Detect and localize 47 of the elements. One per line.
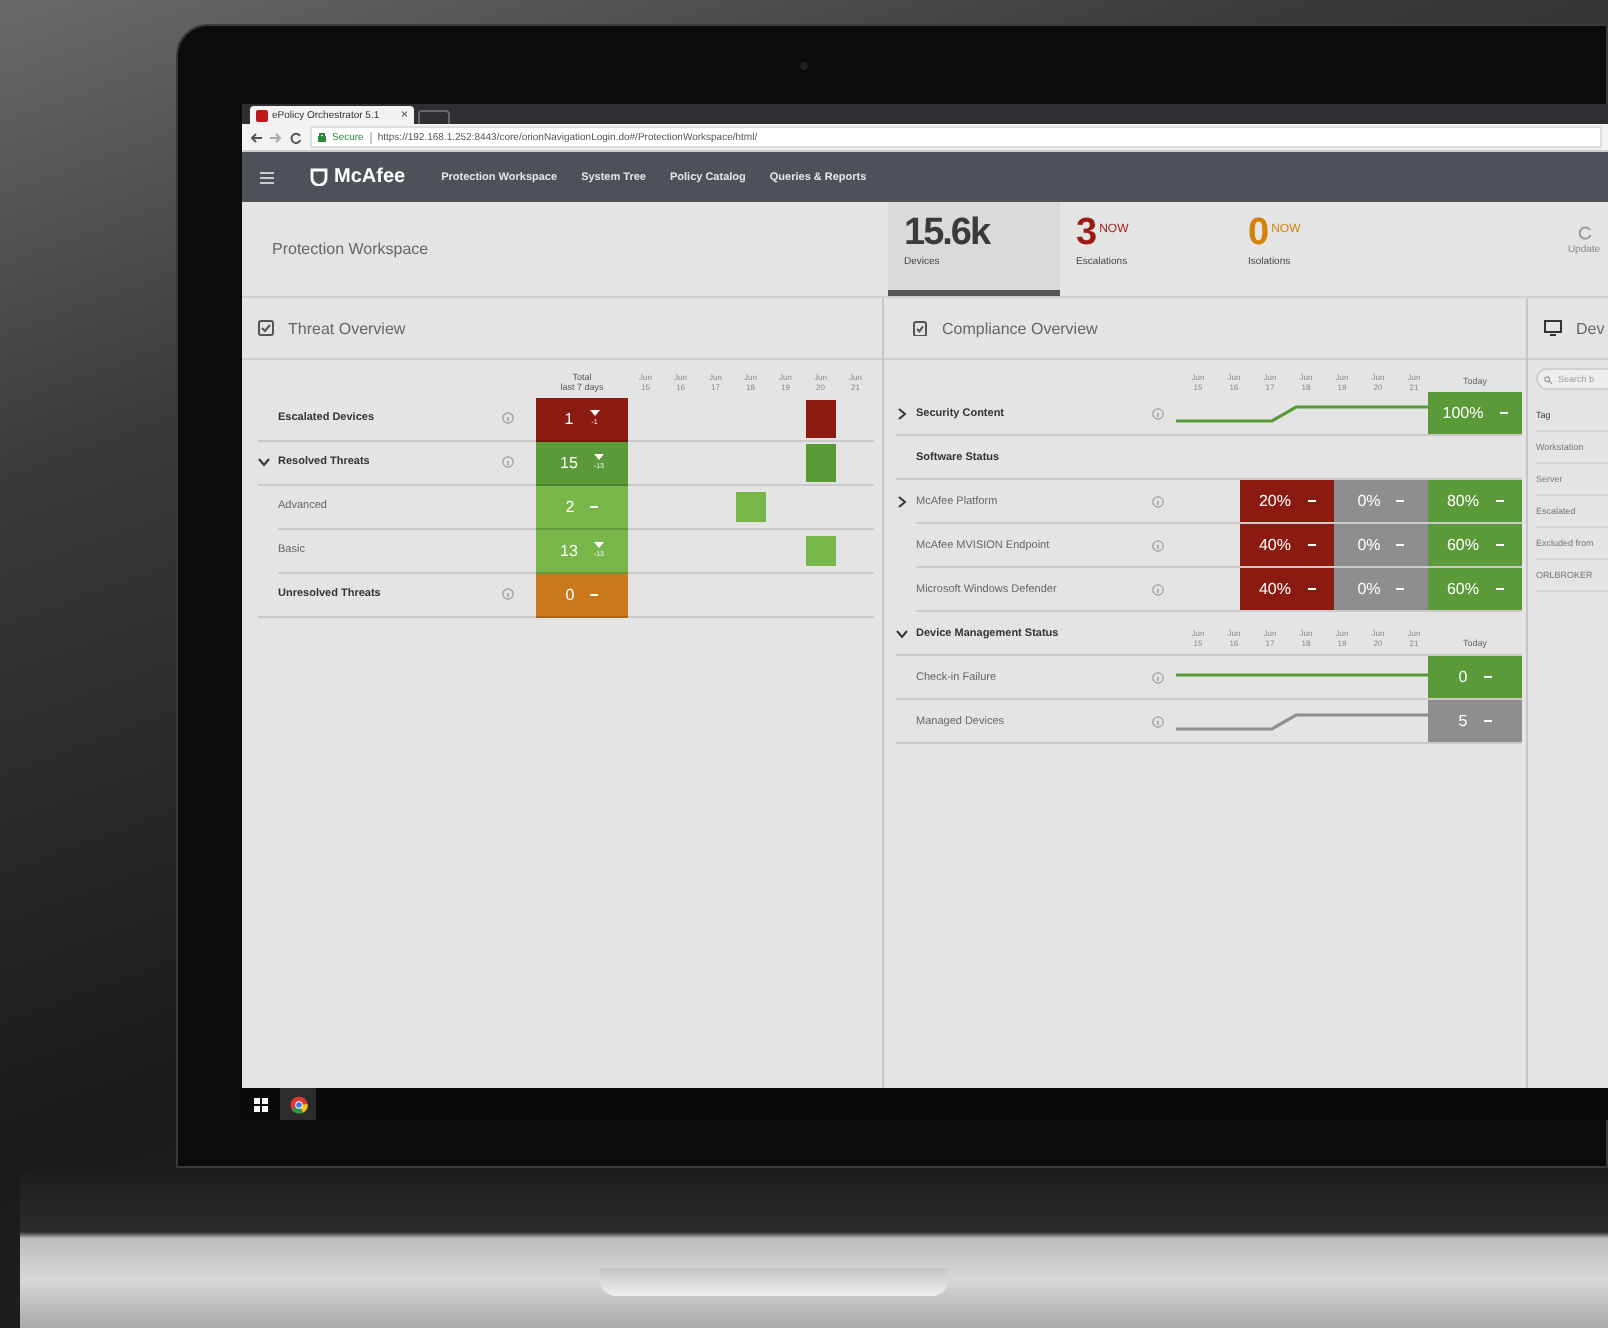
info-icon[interactable] [1152, 671, 1164, 684]
lock-icon [318, 132, 326, 142]
total-cell: 0 [536, 573, 628, 618]
value-cell: 60% [1428, 568, 1522, 613]
value-cell: 100% [1428, 392, 1522, 437]
page-title: Protection Workspace [270, 238, 431, 262]
info-icon[interactable] [1152, 539, 1164, 552]
stat-value: 0 [1248, 214, 1268, 252]
info-icon[interactable] [502, 588, 514, 601]
value-cell: 0% [1334, 480, 1428, 525]
chevron-down-icon[interactable] [258, 456, 270, 469]
panel-title: Dev [1576, 319, 1605, 337]
monitor-icon [1544, 320, 1562, 336]
stat-value: 15.6k [904, 214, 990, 252]
back-icon[interactable] [250, 131, 262, 143]
info-icon[interactable] [1152, 407, 1164, 420]
value-cell: 40% [1240, 524, 1334, 569]
panel-title: Threat Overview [288, 319, 406, 337]
chevron-down-icon[interactable] [896, 627, 908, 640]
stat-value: 3 [1076, 214, 1096, 252]
value-cell: 60% [1428, 524, 1522, 569]
taskbar-button[interactable] [280, 1088, 316, 1120]
clipboard-check-icon [912, 320, 928, 336]
forward-icon[interactable] [270, 131, 282, 143]
value-cell: 20% [1240, 480, 1334, 525]
value-cell: 0% [1334, 524, 1428, 569]
windows-icon[interactable] [254, 1097, 268, 1111]
info-icon[interactable] [1152, 495, 1164, 508]
reload-icon[interactable] [290, 131, 302, 143]
value-cell: 5 [1428, 700, 1522, 745]
info-icon[interactable] [1152, 583, 1164, 596]
refresh-icon[interactable] [1577, 226, 1591, 240]
value-cell: 0 [1428, 656, 1522, 701]
value-cell: 80% [1428, 480, 1522, 525]
panel-title: Compliance Overview [942, 319, 1098, 337]
value-cell: 0% [1334, 568, 1428, 613]
search-icon [1544, 376, 1552, 384]
info-icon[interactable] [502, 456, 514, 469]
info-icon[interactable] [502, 412, 514, 425]
chevron-right-icon[interactable] [896, 495, 908, 508]
menu-icon[interactable] [260, 171, 274, 183]
browser-icon [289, 1095, 307, 1113]
logo-text: McAfee [334, 166, 406, 188]
info-icon[interactable] [1152, 715, 1164, 728]
value-cell: 40% [1240, 568, 1334, 613]
chevron-right-icon[interactable] [896, 407, 908, 420]
total-cell: 2 [536, 485, 628, 530]
